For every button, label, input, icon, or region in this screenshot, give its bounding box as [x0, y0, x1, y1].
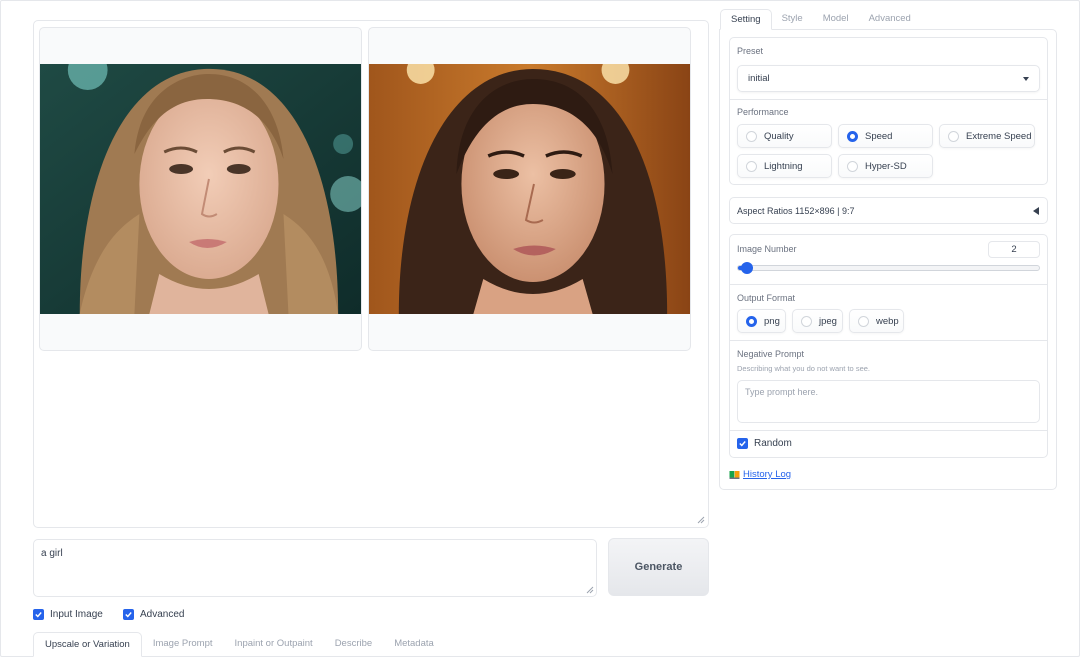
radio-icon [801, 315, 812, 327]
preset-performance-block: Preset initial Performance Quality Speed… [729, 37, 1048, 185]
portrait-photo-1 [40, 64, 361, 314]
checkbox-check-icon[interactable] [33, 609, 44, 620]
image-number-slider[interactable] [737, 262, 1040, 274]
preset-label: Preset [737, 46, 764, 56]
output-format-jpeg[interactable]: jpeg [792, 309, 843, 333]
tab-image-prompt[interactable]: Image Prompt [142, 632, 224, 657]
tab-setting[interactable]: Setting [720, 9, 772, 30]
radio-icon [948, 130, 959, 142]
prompt-field[interactable] [33, 539, 597, 597]
slider-handle[interactable] [741, 262, 754, 274]
radio-icon [746, 130, 757, 142]
radio-selected-icon [746, 315, 757, 327]
tab-metadata[interactable]: Metadata [383, 632, 445, 657]
divider [730, 99, 1047, 100]
aspect-ratios-accordion[interactable]: Aspect Ratios 1152×896 | 9:7 [729, 197, 1048, 224]
option-label: Extreme Speed [966, 130, 1032, 142]
option-label: png [764, 315, 780, 327]
book-icon [729, 470, 740, 479]
tab-inpaint-or-outpaint[interactable]: Inpaint or Outpaint [224, 632, 324, 657]
prompt-input[interactable] [34, 540, 596, 596]
tab-upscale-or-variation[interactable]: Upscale or Variation [33, 632, 142, 657]
tab-model[interactable]: Model [813, 9, 859, 30]
gallery-image-2[interactable] [368, 27, 691, 351]
option-label: Speed [865, 130, 893, 142]
option-label: jpeg [819, 315, 837, 327]
radio-icon [858, 315, 869, 327]
preset-select[interactable]: initial [737, 65, 1040, 92]
option-label: Hyper-SD [865, 160, 907, 172]
performance-option-hyper-sd[interactable]: Hyper-SD [838, 154, 933, 178]
history-log-label[interactable]: History Log [743, 469, 791, 480]
dropdown-caret-icon [1023, 76, 1029, 81]
radio-selected-icon [847, 130, 858, 142]
settings-tabs: Setting Style Model Advanced [720, 9, 921, 30]
image-gallery [33, 20, 709, 528]
option-label: Lightning [764, 160, 803, 172]
radio-icon [847, 160, 858, 172]
performance-option-speed[interactable]: Speed [838, 124, 933, 148]
divider [730, 340, 1047, 341]
performance-label: Performance [737, 107, 789, 117]
performance-option-lightning[interactable]: Lightning [737, 154, 832, 178]
random-label: Random [754, 438, 792, 449]
output-format-webp[interactable]: webp [849, 309, 904, 333]
generation-options-block: Image Number 2 Output Format png jpeg we… [729, 234, 1048, 458]
preset-value: initial [748, 73, 770, 84]
random-checkbox[interactable]: Random [737, 438, 792, 449]
resize-grip-icon[interactable] [586, 586, 594, 594]
generate-button[interactable]: Generate [608, 538, 709, 596]
negative-prompt-label: Negative Prompt [737, 349, 805, 359]
tab-describe[interactable]: Describe [324, 632, 384, 657]
history-log-link[interactable]: History Log [729, 469, 791, 480]
negative-prompt-description: Describing what you do not want to see. [737, 364, 870, 373]
resize-grip-icon[interactable] [697, 516, 705, 524]
checkbox-check-icon[interactable] [737, 438, 748, 449]
divider [730, 430, 1047, 431]
performance-option-extreme-speed[interactable]: Extreme Speed [939, 124, 1035, 148]
input-image-label: Input Image [50, 609, 103, 620]
negative-prompt-field[interactable] [737, 380, 1040, 423]
portrait-photo-2 [369, 64, 690, 314]
image-number-label: Image Number [737, 244, 797, 254]
checkbox-check-icon[interactable] [123, 609, 134, 620]
output-format-label: Output Format [737, 293, 796, 303]
gallery-image-1[interactable] [39, 27, 362, 351]
output-format-png[interactable]: png [737, 309, 786, 333]
divider [730, 284, 1047, 285]
option-label: webp [876, 315, 899, 327]
advanced-checkbox[interactable]: Advanced [123, 609, 184, 620]
aspect-ratios-label: Aspect Ratios 1152×896 | 9:7 [737, 205, 855, 216]
input-tabs: Upscale or Variation Image Prompt Inpain… [33, 632, 709, 657]
tab-advanced[interactable]: Advanced [859, 9, 921, 30]
input-image-checkbox[interactable]: Input Image [33, 609, 103, 620]
advanced-label: Advanced [140, 609, 185, 620]
option-label: Quality [764, 130, 794, 142]
image-number-input[interactable]: 2 [988, 241, 1040, 258]
negative-prompt-input[interactable] [738, 381, 1039, 422]
performance-option-quality[interactable]: Quality [737, 124, 832, 148]
tab-style[interactable]: Style [772, 9, 813, 30]
radio-icon [746, 160, 757, 172]
collapse-triangle-icon [1033, 206, 1039, 215]
